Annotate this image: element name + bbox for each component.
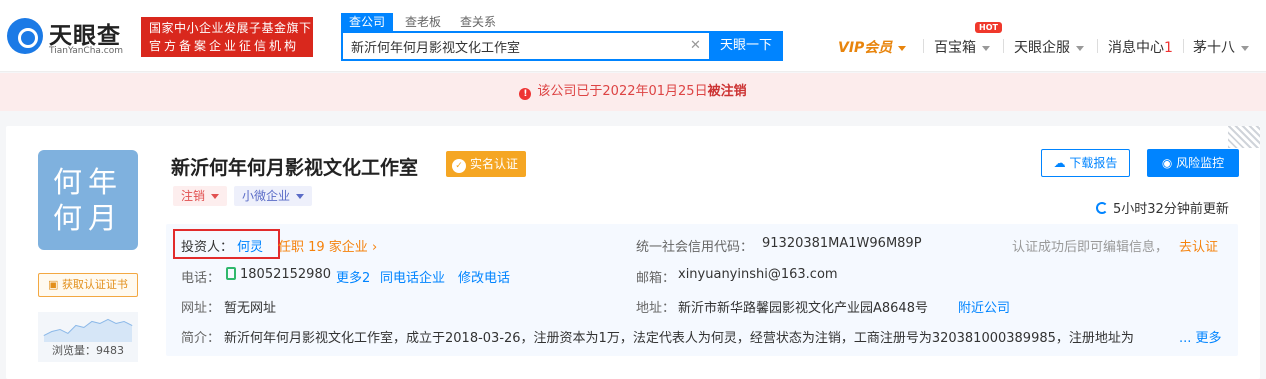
more-phone-link[interactable]: 更多2 [336,267,370,286]
divider [923,39,924,53]
badge-line1: 国家中小企业发展子基金旗下 [149,21,312,35]
status-tag[interactable]: 注销 [173,186,228,206]
refresh-icon [1096,202,1108,214]
update-text: 5小时32分钟前更新 [1113,202,1229,217]
site-label: 网址： [181,301,221,316]
qifu-label: 天眼企服 [1014,40,1070,56]
qifu-menu[interactable]: 天眼企服 [1014,37,1084,57]
chevron-down-icon [296,194,305,199]
edit-hint: 认证成功后即可编辑信息， [1012,240,1169,255]
nearby-link[interactable]: 附近公司 [958,297,1010,316]
chevron-down-icon [211,194,220,199]
size-tag-label: 小微企业 [242,189,291,203]
investor-roles-label: 任职 19 家企业 [278,240,368,255]
cloud-download-icon: ☁ [1053,156,1070,170]
company-name: 新沂何年何月影视文化工作室 [171,157,419,179]
check-icon: ✓ [452,159,466,173]
tab-company[interactable]: 查公司 [341,13,394,31]
download-report-button[interactable]: ☁ 下载报告 [1041,149,1130,177]
message-count: 1 [1164,40,1173,56]
search-input[interactable] [343,33,709,59]
investor-label: 投资人： [181,240,234,255]
qr-code-icon[interactable] [1228,126,1260,148]
views-count: 浏览量：9483 [52,344,124,357]
chevron-down-icon [898,45,907,51]
chevron-down-icon [1076,45,1084,51]
banner-text: 该公司已于2022年01月25日 [537,84,708,99]
certificate-label: 获取认证证书 [61,278,128,291]
baobao-label: 百宝箱 [934,40,976,56]
certificate-icon: ▣ [48,278,62,291]
site-value: 暂无网址 [224,301,277,316]
address-value: 新沂市新华路馨园影视文化产业园A8648号 [678,301,928,316]
risk-monitor-button[interactable]: ◉ 风险监控 [1147,149,1239,177]
tab-boss[interactable]: 查老板 [405,13,441,31]
message-label: 消息中心 [1108,40,1164,56]
tab-relation[interactable]: 查关系 [460,13,496,31]
company-card: 何年 何月 ▣ 获取认证证书 浏览量：9483 新沂何年何月影视文化工作室 ✓ 实… [6,126,1260,379]
phone-number: 18052152980 [240,267,331,282]
email-value[interactable]: xinyuanyinshi@163.com [678,267,838,282]
phone-icon [226,267,236,280]
info-panel: 投资人： 何灵 任职 19 家企业 › 统一社会信用代码： 91320381MA… [166,224,1238,356]
avatar-line2: 何月 [52,201,123,235]
email-label: 邮箱： [636,271,676,286]
user-name: 茅十八 [1193,40,1235,56]
vip-label: VIP会员 [838,40,893,56]
status-tag-label: 注销 [181,189,206,203]
logo-text: 天眼查 [49,23,121,49]
phone-label: 电话： [181,271,221,286]
intro-text: 新沂何年何月影视文化工作室，成立于2018-03-26，注册资本为1万，法定代表… [224,331,1134,346]
verify-link[interactable]: 去认证 [1179,236,1218,255]
address-label: 地址： [636,301,676,316]
verified-label: 实名认证 [470,157,519,171]
chevron-right-icon: › [367,240,378,255]
divider [1003,39,1004,53]
verified-badge[interactable]: ✓ 实名认证 [446,151,527,177]
hot-badge: HOT [975,22,1002,33]
site-logo[interactable]: 天眼查 TianYanCha.com [7,16,131,58]
vip-menu[interactable]: VIP会员 [838,37,907,57]
investor-name-link[interactable]: 何灵 [237,236,263,255]
investor-roles-link[interactable]: 任职 19 家企业 › [278,236,377,255]
top-header: 天眼查 TianYanCha.com 国家中小企业发展子基金旗下 官方备案企业征… [0,0,1266,72]
credit-code-value: 91320381MA1W96M89P [762,236,922,251]
message-center[interactable]: 消息中心1 [1108,37,1173,57]
deregistered-banner: ! 该公司已于2022年01月25日被注销 [0,73,1266,111]
intro-more-link[interactable]: ... 更多 [1179,327,1222,346]
size-tag[interactable]: 小微企业 [234,186,313,206]
search-button[interactable]: 天眼一下 [709,31,783,61]
warning-icon: ! [519,88,532,100]
phone-value: 18052152980 [226,267,331,282]
divider [1097,39,1098,53]
baobao-menu[interactable]: 百宝箱 [934,37,990,57]
edit-phone-link[interactable]: 修改电话 [458,267,510,286]
logo-eye-icon [7,18,43,54]
download-label: 下载报告 [1069,156,1118,170]
divider [1183,39,1184,53]
views-sparkline [43,318,133,342]
clear-icon[interactable]: ✕ [690,38,701,53]
get-certificate-button[interactable]: ▣ 获取认证证书 [38,273,138,297]
chevron-down-icon [982,45,990,51]
monitor-label: 风险监控 [1176,156,1225,170]
monitor-icon: ◉ [1161,156,1177,170]
search-bar: ✕ 天眼一下 [341,31,783,61]
avatar-line1: 何年 [52,165,123,199]
chevron-down-icon [1241,45,1249,51]
credit-code-label: 统一社会信用代码： [636,240,754,255]
update-time[interactable]: 5小时32分钟前更新 [1096,198,1229,217]
user-menu[interactable]: 茅十八 [1193,37,1249,57]
same-phone-link[interactable]: 同电话企业 [380,267,445,286]
intro-label: 简介： [181,331,221,346]
views-chart: 浏览量：9483 [38,312,138,362]
official-badge[interactable]: 国家中小企业发展子基金旗下 官方备案企业征信机构 [141,17,313,57]
company-avatar: 何年 何月 [38,150,138,250]
badge-line2: 官方备案企业征信机构 [149,39,300,53]
logo-domain: TianYanCha.com [49,46,124,56]
banner-status: 被注销 [707,84,747,99]
